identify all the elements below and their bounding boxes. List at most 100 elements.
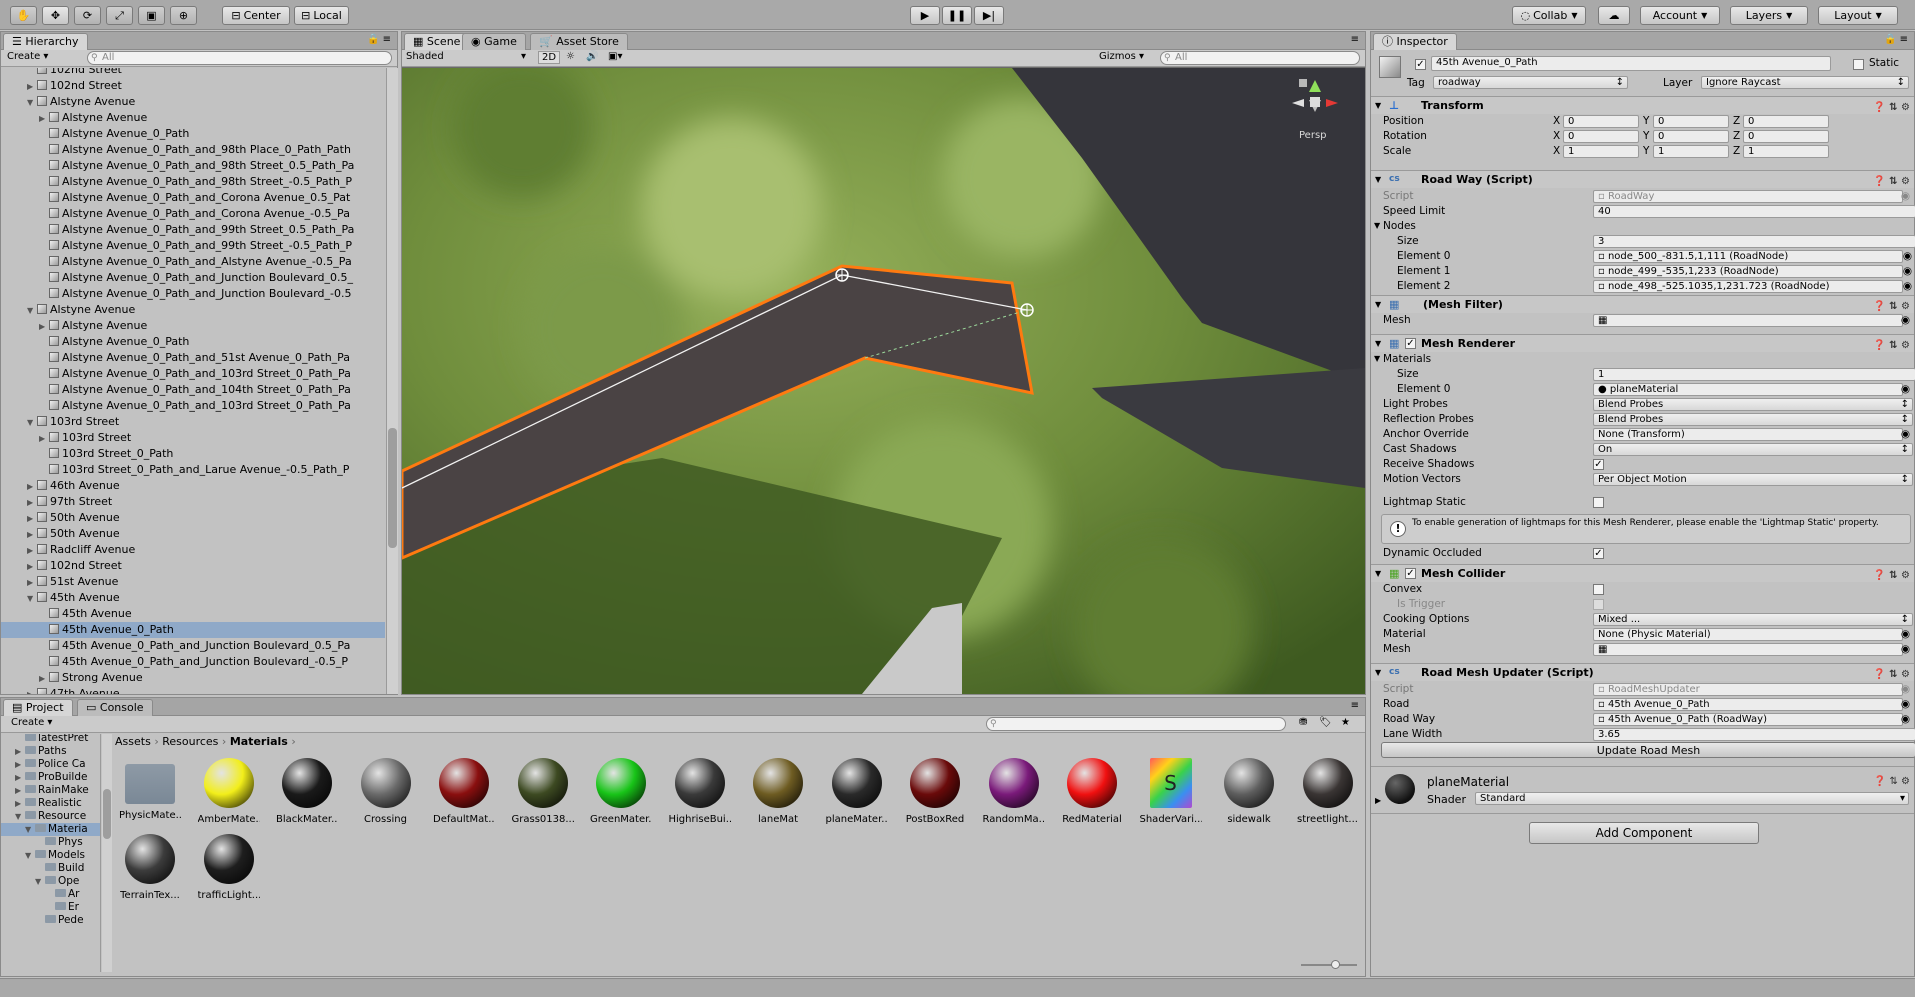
hierarchy-item[interactable]: Alstyne Avenue_0_Path_and_Corona Avenue_… bbox=[1, 206, 385, 222]
road-way-field[interactable]: ▫ 45th Avenue_0_Path (RoadWay) bbox=[1593, 713, 1903, 726]
foldout-arrow-icon[interactable]: ▶ bbox=[1375, 796, 1381, 805]
hierarchy-create-dropdown[interactable]: Create ▾ bbox=[7, 51, 48, 62]
transform-x-field[interactable]: 0 bbox=[1563, 115, 1639, 128]
asset-item[interactable]: PostBoxRed bbox=[904, 758, 966, 825]
foldout-closed-icon[interactable]: ▶ bbox=[39, 111, 49, 126]
gizmos-dropdown[interactable]: Gizmos ▾ bbox=[1099, 51, 1144, 62]
foldout-closed-icon[interactable]: ▶ bbox=[15, 784, 25, 797]
project-folder-item[interactable]: ▼ Ope bbox=[1, 875, 100, 888]
asset-item[interactable]: DefaultMat... bbox=[433, 758, 495, 825]
play-button[interactable]: ▶ bbox=[910, 6, 940, 25]
filter-by-label-icon[interactable]: 🏷 bbox=[1319, 717, 1332, 728]
hierarchy-item[interactable]: ▶ Alstyne Avenue bbox=[1, 318, 385, 334]
scale-tool-button[interactable]: ⤢ bbox=[106, 6, 133, 25]
road-field[interactable]: ▫ 45th Avenue_0_Path bbox=[1593, 698, 1903, 711]
pause-button[interactable]: ❚❚ bbox=[942, 6, 972, 25]
nodes-row[interactable]: ▼ Nodes bbox=[1371, 219, 1914, 234]
project-folder-item[interactable]: Build bbox=[1, 862, 100, 875]
move-tool-button[interactable]: ✥ bbox=[42, 6, 69, 25]
breadcrumb-item[interactable]: Resources bbox=[162, 735, 218, 748]
collab-dropdown[interactable]: ◌ Collab ▼ bbox=[1512, 6, 1586, 25]
cast-shadows-dropdown[interactable]: On ↕ bbox=[1593, 443, 1913, 456]
layers-dropdown[interactable]: Layers ▼ bbox=[1730, 6, 1808, 25]
static-checkbox[interactable] bbox=[1853, 59, 1864, 70]
cooking-options-dropdown[interactable]: Mixed ... ↕ bbox=[1593, 613, 1913, 626]
foldout-open-icon[interactable]: ▼ bbox=[27, 415, 37, 430]
foldout-open-icon[interactable]: ▼ bbox=[27, 591, 37, 606]
meshrenderer-header[interactable]: ▼ ▦ ✓ Mesh Renderer ❓ ⇅ ⚙ bbox=[1371, 334, 1914, 352]
project-folder-item[interactable]: Er bbox=[1, 901, 100, 914]
hierarchy-item[interactable]: ▶ 50th Avenue bbox=[1, 526, 385, 542]
asset-item[interactable]: RandomMa... bbox=[983, 758, 1045, 825]
panel-menu-icon[interactable]: 🔒 ≡ bbox=[1884, 34, 1908, 45]
foldout-closed-icon[interactable]: ▶ bbox=[27, 687, 37, 694]
hierarchy-item[interactable]: Alstyne Avenue_0_Path_and_51st Avenue_0_… bbox=[1, 350, 385, 366]
hierarchy-item[interactable]: ▼ 103rd Street bbox=[1, 414, 385, 430]
asset-item[interactable]: planeMater... bbox=[826, 758, 888, 825]
project-folder-item[interactable]: Phys bbox=[1, 836, 100, 849]
effects-dropdown-icon[interactable]: ▣▾ bbox=[608, 51, 622, 62]
filter-by-type-icon[interactable]: ⛃ bbox=[1299, 717, 1307, 728]
rect-tool-button[interactable]: ▣ bbox=[138, 6, 165, 25]
hierarchy-item[interactable]: Alstyne Avenue_0_Path bbox=[1, 126, 385, 142]
project-folder-item[interactable]: Pede bbox=[1, 914, 100, 927]
hierarchy-item[interactable]: ▶ 47th Avenue bbox=[1, 686, 385, 694]
hierarchy-item[interactable]: 45th Avenue bbox=[1, 606, 385, 622]
lightmap-static-checkbox[interactable] bbox=[1593, 497, 1604, 508]
layer-dropdown[interactable]: Ignore Raycast ↕ bbox=[1701, 76, 1909, 89]
material-element-field[interactable]: ● planeMaterial bbox=[1593, 383, 1903, 396]
hierarchy-item[interactable]: ▶ 102nd Street bbox=[1, 78, 385, 94]
reflection-probes-dropdown[interactable]: Blend Probes ↕ bbox=[1593, 413, 1913, 426]
hierarchy-item[interactable]: ▼ 45th Avenue bbox=[1, 590, 385, 606]
hierarchy-scroll-thumb[interactable] bbox=[388, 428, 397, 548]
roadmeshupdater-header[interactable]: ▼ cs Road Mesh Updater (Script) ❓ ⇅ ⚙ bbox=[1371, 663, 1914, 681]
foldout-closed-icon[interactable]: ▶ bbox=[15, 771, 25, 784]
foldout-closed-icon[interactable]: ▶ bbox=[27, 479, 37, 494]
collider-mesh-field[interactable]: ▦ bbox=[1593, 643, 1903, 656]
transform-x-field[interactable]: 0 bbox=[1563, 130, 1639, 143]
asset-item[interactable]: S ShaderVari... bbox=[1140, 758, 1202, 825]
hierarchy-item[interactable]: ▼ Alstyne Avenue bbox=[1, 94, 385, 110]
project-folder-item[interactable]: ▼ Materia bbox=[1, 823, 100, 836]
hierarchy-item[interactable]: ▼ Alstyne Avenue bbox=[1, 302, 385, 318]
hierarchy-item[interactable]: ▶ 97th Street bbox=[1, 494, 385, 510]
transform-header[interactable]: ▼ ⊥ Transform ❓ ⇅ ⚙ bbox=[1371, 96, 1914, 114]
meshfilter-header[interactable]: ▼ ▦ (Mesh Filter) ❓ ⇅ ⚙ bbox=[1371, 295, 1914, 313]
hierarchy-item[interactable]: 103rd Street_0_Path_and_Larue Avenue_-0.… bbox=[1, 462, 385, 478]
project-folder-item[interactable]: ▶ RainMake bbox=[1, 784, 100, 797]
foldout-closed-icon[interactable]: ▶ bbox=[15, 745, 25, 758]
object-picker-icon[interactable]: ◉ bbox=[1903, 279, 1912, 293]
node-element-field[interactable]: ▫ node_499_-535,1,233 (RoadNode) bbox=[1593, 265, 1903, 278]
foldout-closed-icon[interactable]: ▶ bbox=[39, 319, 49, 334]
foldout-open-icon[interactable]: ▼ bbox=[27, 303, 37, 318]
mesh-field[interactable]: ▦ bbox=[1593, 314, 1903, 327]
material-menu-icons[interactable]: ❓ ⇅ ⚙ bbox=[1874, 776, 1910, 787]
panel-menu-icon[interactable]: 🔒 ≡ bbox=[367, 34, 391, 45]
project-folder-item[interactable]: ▶ Police Ca bbox=[1, 758, 100, 771]
road-node-handle[interactable] bbox=[835, 268, 849, 282]
transform-z-field[interactable]: 0 bbox=[1743, 115, 1829, 128]
dynamic-occluded-checkbox[interactable]: ✓ bbox=[1593, 548, 1604, 559]
foldout-closed-icon[interactable]: ▶ bbox=[39, 431, 49, 446]
tag-dropdown[interactable]: roadway ↕ bbox=[1433, 76, 1628, 89]
hierarchy-item[interactable]: ▶ Strong Avenue bbox=[1, 670, 385, 686]
project-tree-scroll-thumb[interactable] bbox=[103, 789, 111, 839]
tab-inspector[interactable]: ⓘ Inspector bbox=[1373, 33, 1457, 50]
project-folder-item[interactable]: Ar bbox=[1, 888, 100, 901]
component-menu-icons[interactable]: ❓ ⇅ ⚙ bbox=[1873, 173, 1910, 190]
lighting-toggle-icon[interactable]: ☼ bbox=[566, 51, 575, 62]
object-picker-icon[interactable]: ◉ bbox=[1901, 697, 1910, 711]
foldout-open-icon[interactable]: ▼ bbox=[15, 810, 25, 823]
foldout-closed-icon[interactable]: ▶ bbox=[27, 511, 37, 526]
project-folder-item[interactable]: ▼ Models bbox=[1, 849, 100, 862]
hierarchy-item[interactable]: Alstyne Avenue_0_Path_and_Corona Avenue_… bbox=[1, 190, 385, 206]
project-folder-item[interactable]: ▶ ProBuilde bbox=[1, 771, 100, 784]
meshcollider-enabled-checkbox[interactable]: ✓ bbox=[1405, 568, 1416, 579]
object-picker-icon[interactable]: ◉ bbox=[1901, 427, 1910, 441]
hierarchy-item[interactable]: Alstyne Avenue_0_Path_and_Junction Boule… bbox=[1, 286, 385, 302]
tab-asset-store[interactable]: 🛒 Asset Store bbox=[530, 33, 628, 50]
project-search-input[interactable]: ⚲ bbox=[986, 717, 1286, 731]
shading-dropdown[interactable]: Shaded ▾ bbox=[406, 51, 526, 62]
receive-shadows-checkbox[interactable]: ✓ bbox=[1593, 459, 1604, 470]
transform-z-field[interactable]: 0 bbox=[1743, 130, 1829, 143]
